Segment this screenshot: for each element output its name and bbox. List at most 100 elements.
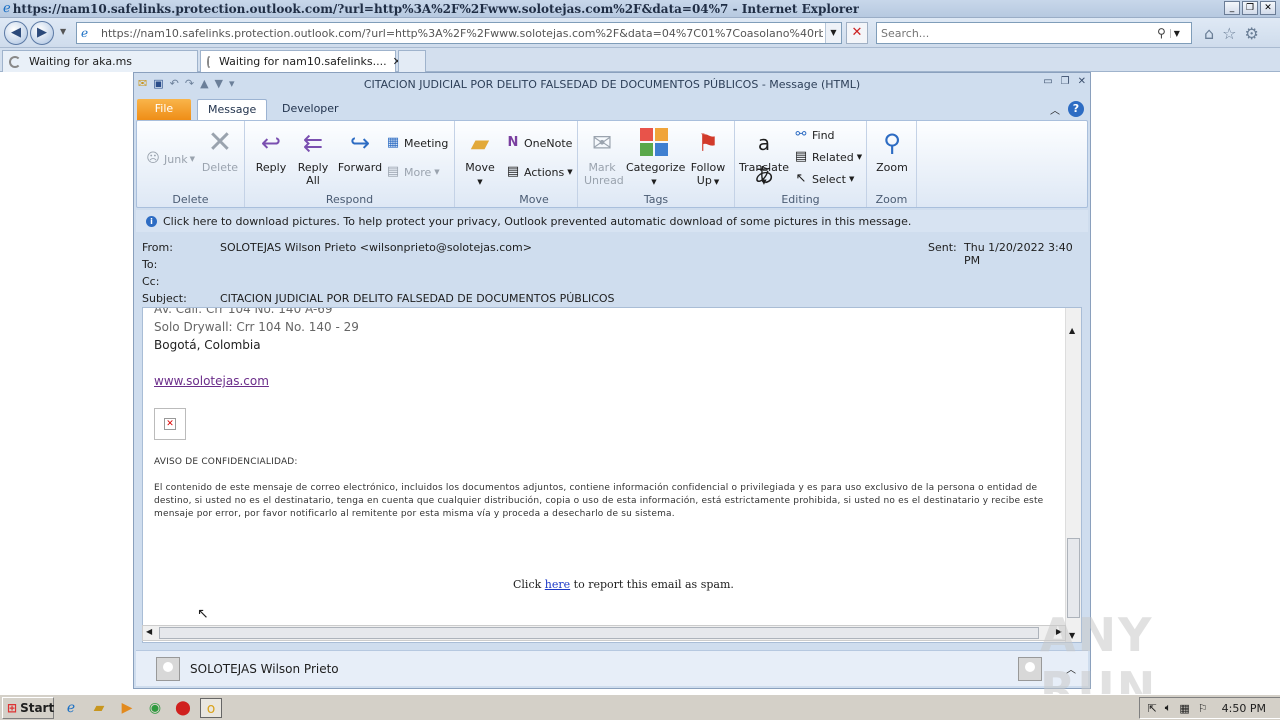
related-button[interactable]: ▤ Related ▼ [793, 149, 862, 165]
to-label: To: [142, 258, 158, 271]
from-label: From: [142, 241, 173, 254]
search-box[interactable]: ⚲ ▼ [876, 22, 1192, 44]
search-dropdown-icon[interactable]: ▼ [1169, 28, 1183, 38]
delete-button[interactable]: ✕ Delete [201, 127, 239, 175]
calendar-icon: ▦ [386, 135, 400, 150]
tools-gear-icon[interactable]: ⚙ [1245, 24, 1259, 43]
scroll-left-icon[interactable]: ◀ [146, 627, 152, 636]
group-label: Editing [781, 193, 820, 206]
junk-button[interactable]: ☹ Junk ▼ [145, 151, 195, 167]
address-text[interactable]: https://nam10.safelinks.protection.outlo… [101, 27, 823, 40]
follow-up-button[interactable]: ⚑ Follow Up ▼ [688, 127, 728, 189]
history-dropdown-icon[interactable]: ▼ [60, 27, 66, 36]
mark-unread-button[interactable]: ✉ Mark Unread [584, 127, 624, 187]
explorer-taskbar-icon[interactable]: ▰ [88, 698, 110, 718]
people-pane-name[interactable]: SOLOTEJAS Wilson Prieto [190, 662, 339, 676]
outlook-close-button[interactable]: ✕ [1078, 76, 1086, 87]
ribbon-tabs: File Message Developer ︿ ? [134, 96, 1090, 121]
system-tray: ⇱ 🔈︎ ▦ ⚐ 4:50 PM [1138, 697, 1280, 719]
group-label: Tags [643, 193, 669, 206]
address-line-drywall: Solo Drywall: Crr 104 No. 140 - 29 [154, 320, 359, 334]
help-icon[interactable]: ? [1068, 101, 1084, 117]
meeting-button[interactable]: ▦ Meeting [385, 135, 449, 151]
stop-button[interactable]: ✕ [846, 22, 868, 44]
outlook-taskbar-icon[interactable]: o [200, 697, 222, 718]
broken-image-placeholder: ✕ [154, 408, 186, 440]
clock[interactable]: 4:50 PM [1222, 702, 1266, 715]
folder-move-icon: ▰ [470, 129, 490, 157]
tab-aka-ms[interactable]: Waiting for aka.ms [2, 50, 198, 72]
actions-button[interactable]: ▤ Actions ▼ [505, 164, 573, 180]
select-button[interactable]: ↖ Select ▼ [793, 171, 855, 187]
more-button[interactable]: ▤ More ▼ [385, 164, 440, 180]
collapse-ribbon-icon[interactable]: ︿ [1050, 102, 1060, 117]
outlook-message-window: ✉ ▣ ↶ ↷ ▲ ▼ ▾ CITACION JUDICIAL POR DELI… [133, 72, 1091, 689]
horizontal-scroll-thumb[interactable] [159, 627, 1039, 639]
loading-icon [207, 55, 211, 68]
back-button[interactable]: ◀ [4, 21, 28, 45]
forward-mail-button[interactable]: ↪ Forward [337, 127, 383, 174]
download-pictures-infobar[interactable]: i Click here to download pictures. To he… [136, 210, 1088, 232]
junk-icon: ☹ [146, 151, 160, 166]
tab-safelinks[interactable]: Waiting for nam10.safelinks.... ✕ [200, 50, 402, 72]
tab-file[interactable]: File [137, 99, 191, 121]
action-center-flag-icon[interactable]: ⚐ [1198, 702, 1208, 715]
minimize-button[interactable]: _ [1224, 1, 1240, 15]
website-link[interactable]: www.solotejas.com [154, 374, 269, 388]
vertical-scrollbar[interactable]: ▲ ▼ [1065, 308, 1081, 642]
subject-value: CITACION JUDICIAL POR DELITO FALSEDAD DE… [220, 292, 615, 305]
address-dropdown-icon[interactable]: ▼ [825, 23, 841, 43]
volume-icon[interactable]: 🔈︎ [1165, 701, 1172, 715]
report-spam-link[interactable]: here [545, 578, 570, 591]
chrome-taskbar-icon[interactable]: ◉ [144, 698, 166, 718]
outlook-restore-button[interactable]: ❐ [1061, 76, 1070, 87]
report-spam-line: Click here to report this email as spam. [513, 578, 734, 591]
media-player-taskbar-icon[interactable]: ▶ [116, 698, 138, 718]
forward-button[interactable]: ▶ [30, 21, 54, 45]
page-icon: ℯ [81, 26, 89, 40]
categorize-button[interactable]: Categorize ▼ [626, 127, 685, 189]
group-respond: ↩ Reply ⇇ Reply All ↪ Forward ▦ Meeting … [245, 121, 455, 207]
cursor-icon: ↖ [795, 171, 807, 186]
favorites-icon[interactable]: ☆ [1222, 24, 1236, 43]
group-label: Delete [172, 193, 209, 206]
tab-message[interactable]: Message [197, 99, 268, 121]
browser-nav-bar: ◀ ▶ ▼ ℯ https://nam10.safelinks.protecti… [0, 18, 1280, 48]
flag-icon: ⚑ [697, 129, 719, 157]
ie-taskbar-icon[interactable]: ℯ [60, 698, 82, 718]
scroll-up-icon[interactable]: ▲ [1069, 326, 1075, 335]
opera-taskbar-icon[interactable]: ⬤ [172, 698, 194, 718]
search-input[interactable] [877, 26, 1157, 40]
start-button[interactable]: ⊞ Start [2, 696, 54, 719]
outlook-minimize-button[interactable]: ▭ [1043, 76, 1052, 87]
outlook-window-title: CITACION JUDICIAL POR DELITO FALSEDAD DE… [363, 77, 861, 91]
home-icon[interactable]: ⌂ [1204, 24, 1214, 43]
search-icon[interactable]: ⚲ [1157, 26, 1166, 40]
outlook-title-bar: ✉ ▣ ↶ ↷ ▲ ▼ ▾ CITACION JUDICIAL POR DELI… [134, 73, 1090, 95]
horizontal-scrollbar[interactable]: ◀ ▶ [142, 625, 1066, 641]
ribbon: ☹ Junk ▼ ✕ Delete Delete ↩ Reply ⇇ Reply … [136, 120, 1088, 208]
close-button[interactable]: ✕ [1260, 1, 1276, 15]
network-icon[interactable]: ▦ [1179, 702, 1189, 715]
tab-label: Waiting for nam10.safelinks.... [219, 55, 387, 68]
translate-button[interactable]: aあ Translate ▼ [739, 127, 789, 189]
envelope-icon: ✉ [591, 129, 613, 157]
new-tab-button[interactable] [398, 50, 426, 72]
group-delete: ☹ Junk ▼ ✕ Delete Delete [137, 121, 245, 207]
zoom-button[interactable]: ⚲ Zoom [873, 127, 911, 174]
reply-button[interactable]: ↩ Reply [253, 127, 289, 174]
from-value[interactable]: SOLOTEJAS Wilson Prieto <wilsonprieto@so… [220, 241, 532, 254]
restore-button[interactable]: ❐ [1242, 1, 1258, 15]
find-button[interactable]: ⚯ Find [793, 127, 835, 143]
onenote-button[interactable]: N OneNote [505, 135, 573, 151]
tab-developer[interactable]: Developer [272, 99, 349, 121]
move-button[interactable]: ▰ Move ▼ [461, 127, 499, 189]
confidentiality-line-3: mensaje por error, por favor notificarlo… [154, 509, 675, 519]
address-bar[interactable]: ℯ https://nam10.safelinks.protection.out… [76, 22, 842, 44]
group-editing: aあ Translate ▼ ⚯ Find ▤ Related ▼ ↖ Select… [735, 121, 867, 207]
infobar-text: Click here to download pictures. To help… [163, 214, 912, 228]
tray-expand-icon[interactable]: ⇱ [1148, 702, 1157, 715]
taskbar: ⊞ Start ℯ ▰ ▶ ◉ ⬤ o ⇱ 🔈︎ ▦ ⚐ 4:50 PM [0, 694, 1280, 720]
reply-all-button[interactable]: ⇇ Reply All [295, 127, 331, 187]
vertical-scroll-thumb[interactable] [1067, 538, 1080, 618]
